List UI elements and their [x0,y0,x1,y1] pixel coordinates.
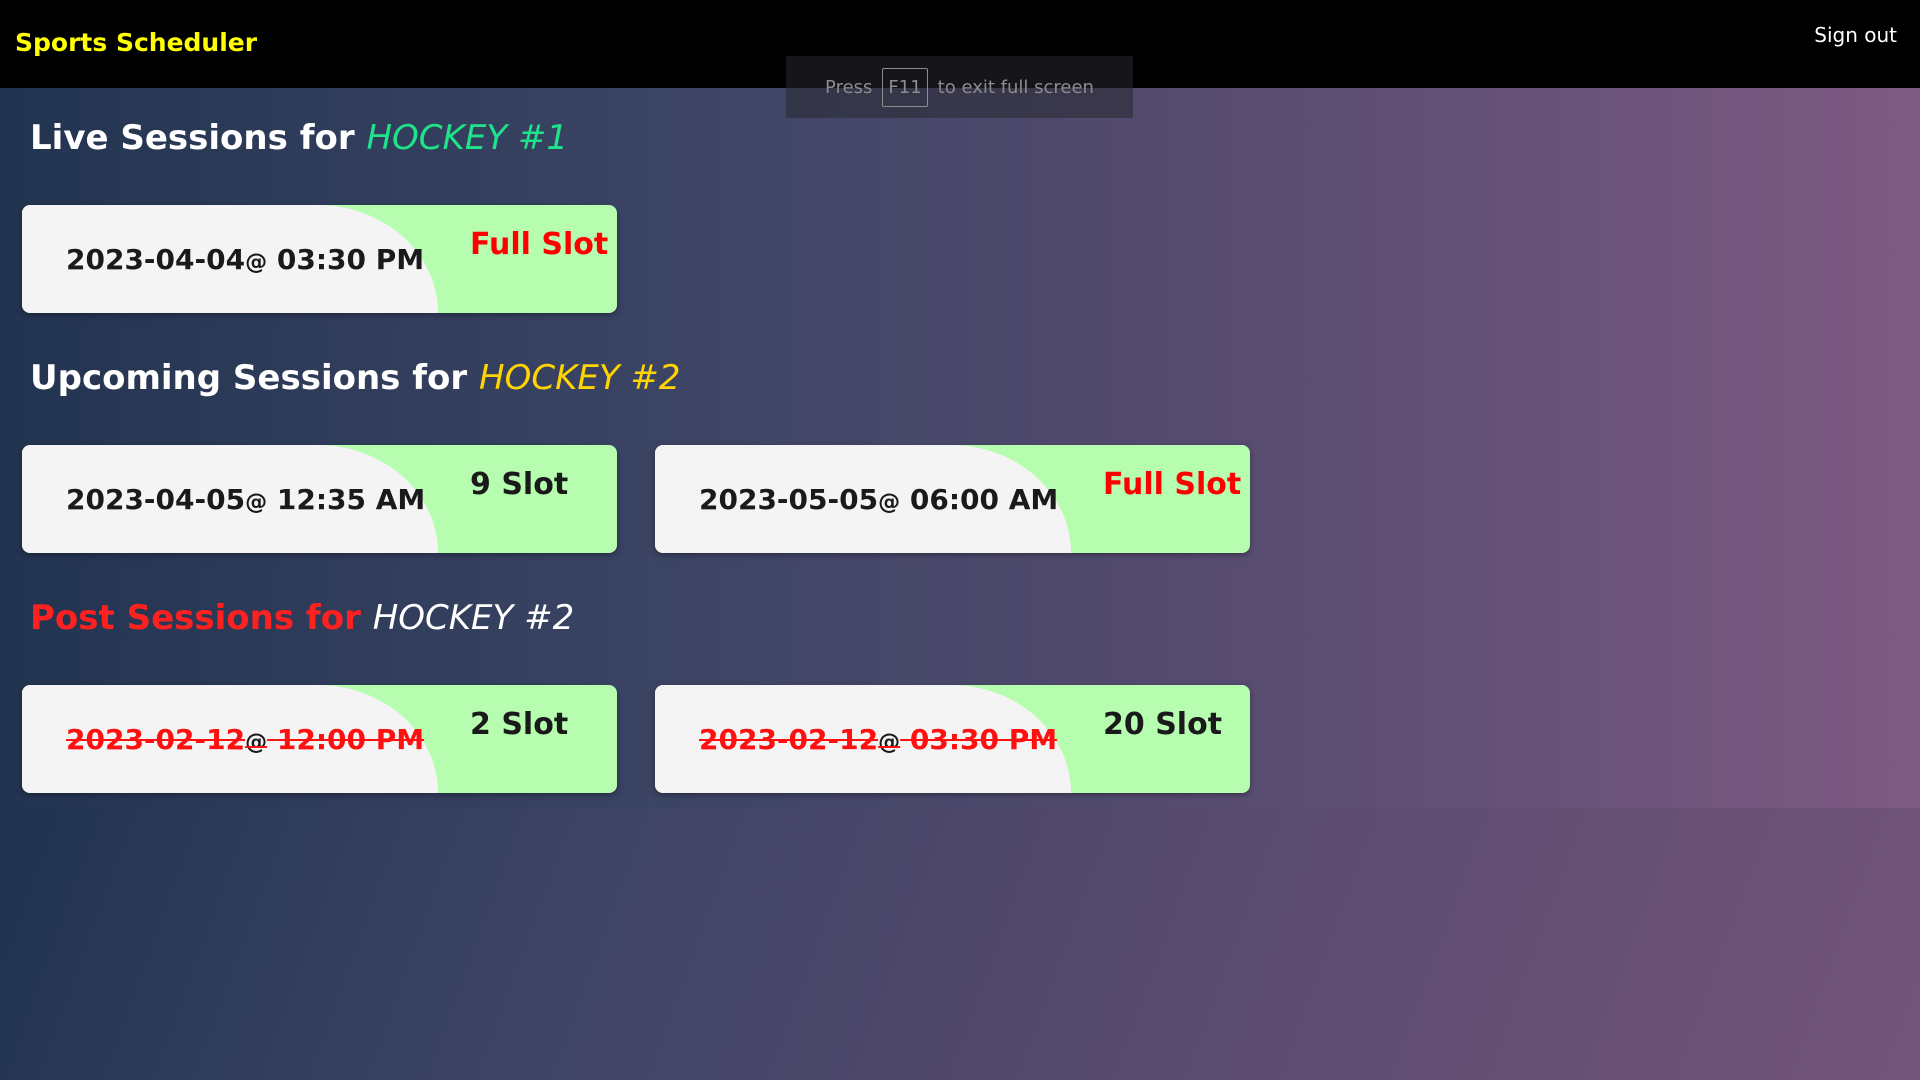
session-slot: 20 Slot [1103,707,1223,742]
signout-link[interactable]: Sign out [1814,23,1897,47]
session-time: 03:30 PM [276,243,425,276]
session-slot: Full Slot [1103,467,1242,502]
at-symbol: @ [245,730,268,755]
live-sessions-title: Live Sessions for HOCKEY #1 [30,118,568,158]
session-time: 12:00 PM [276,723,425,756]
at-symbol: @ [245,490,268,515]
upcoming-sessions-prefix: Upcoming Sessions for [30,358,468,398]
upcoming-sport-name: HOCKEY #2 [479,358,681,398]
session-datetime: 2023-04-05@ 12:35 AM [66,483,425,516]
session-datetime: 2023-05-05@ 06:00 AM [699,483,1058,516]
post-sport-name: HOCKEY #2 [372,598,575,638]
fullscreen-notice-text: to exit full screen [937,76,1094,98]
at-symbol: @ [878,730,901,755]
fullscreen-notice-press: Press [825,76,873,98]
at-symbol: @ [245,250,268,275]
session-datetime: 2023-02-12@ 12:00 PM [66,723,424,756]
post-session-card[interactable]: 2023-02-12@ 12:00 PM 2 Slot [22,685,617,793]
brand-title[interactable]: Sports Scheduler [15,28,257,57]
session-time: 12:35 AM [276,483,426,516]
session-time: 06:00 AM [909,483,1059,516]
post-session-card[interactable]: 2023-02-12@ 03:30 PM 20 Slot [655,685,1250,793]
live-session-card[interactable]: 2023-04-04@ 03:30 PM Full Slot [22,205,617,313]
session-date: 2023-04-05 [66,483,246,516]
post-sessions-prefix: Post Sessions for [30,598,361,638]
post-sessions-title: Post Sessions for HOCKEY #2 [30,598,574,638]
session-time: 03:30 PM [909,723,1058,756]
live-sport-name: HOCKEY #1 [366,118,569,158]
session-slot: Full Slot [470,227,609,262]
session-date: 2023-04-04 [66,243,246,276]
session-datetime: 2023-04-04@ 03:30 PM [66,243,424,276]
session-slot: 9 Slot [470,467,569,502]
at-symbol: @ [878,490,901,515]
session-date: 2023-05-05 [699,483,879,516]
session-date: 2023-02-12 [66,723,246,756]
upcoming-sessions-title: Upcoming Sessions for HOCKEY #2 [30,358,681,398]
fullscreen-notice: Press F11 to exit full screen [786,56,1133,118]
live-sessions-prefix: Live Sessions for [30,118,355,158]
upcoming-session-card[interactable]: 2023-05-05@ 06:00 AM Full Slot [655,445,1250,553]
session-slot: 2 Slot [470,707,569,742]
session-datetime: 2023-02-12@ 03:30 PM [699,723,1057,756]
upcoming-session-card[interactable]: 2023-04-05@ 12:35 AM 9 Slot [22,445,617,553]
session-date: 2023-02-12 [699,723,879,756]
fullscreen-notice-key: F11 [882,67,928,107]
